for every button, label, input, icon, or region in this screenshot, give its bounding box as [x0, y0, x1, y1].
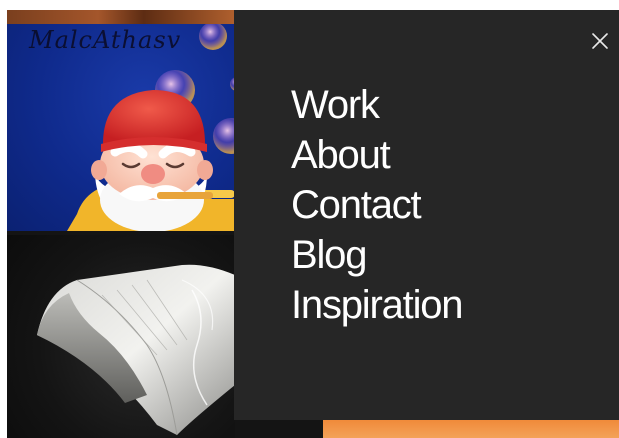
folded-paper-illustration [37, 264, 235, 436]
portfolio-thumbnail-top[interactable] [7, 10, 235, 24]
gnome-illustration [67, 24, 235, 231]
nav-item-inspiration[interactable]: Inspiration [291, 280, 464, 330]
nav-item-contact[interactable]: Contact [291, 180, 462, 230]
artwork-signature: MalcAthasv [29, 26, 182, 54]
nav-item-work[interactable]: Work [291, 80, 462, 130]
close-icon [592, 33, 608, 49]
close-button[interactable] [589, 30, 611, 52]
navigation-overlay: Work About Contact Blog Inspiration [234, 10, 619, 420]
nav-menu: Work About Contact Blog Inspiration [291, 80, 464, 330]
portfolio-thumbnail-gnome[interactable]: MalcAthasv [7, 24, 235, 231]
nav-item-blog[interactable]: Blog [291, 230, 462, 280]
portfolio-thumbnail-orange[interactable] [323, 420, 619, 438]
portfolio-thumbnail-paper[interactable] [7, 235, 235, 438]
page: MalcAthasv Work About Contact Blog Inspi… [7, 10, 619, 438]
nav-item-about[interactable]: About [291, 130, 462, 180]
